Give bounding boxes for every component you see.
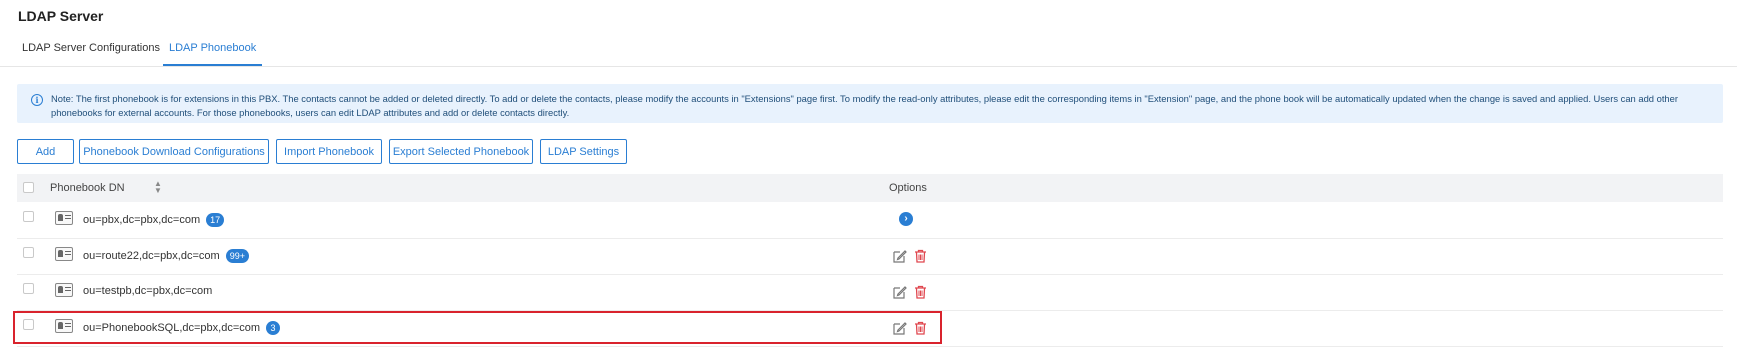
row-checkbox[interactable] [23, 319, 34, 330]
tab-ldap-server-configurations[interactable]: LDAP Server Configurations [22, 42, 160, 54]
enter-icon[interactable]: › [899, 212, 913, 226]
delete-icon[interactable] [914, 249, 927, 263]
phonebook-dn: ou=route22,dc=pbx,dc=com 99+ [83, 249, 249, 263]
phonebook-icon [55, 211, 73, 225]
table-row: ou=PhonebookSQL,dc=pbx,dc=com 3 [17, 311, 1723, 347]
phonebook-icon [55, 247, 73, 261]
phonebook-icon [55, 283, 73, 297]
ldap-settings-button[interactable]: LDAP Settings [540, 139, 627, 164]
table-row: ou=route22,dc=pbx,dc=com 99+ [17, 239, 1723, 275]
row-checkbox[interactable] [23, 283, 34, 294]
page-title: LDAP Server [18, 8, 104, 24]
phonebook-dn: ou=pbx,dc=pbx,dc=com 17 [83, 213, 225, 227]
add-button[interactable]: Add [17, 139, 74, 164]
import-phonebook-button[interactable]: Import Phonebook [276, 139, 382, 164]
table-row: ou=testpb,dc=pbx,dc=com [17, 275, 1723, 311]
sort-icon[interactable]: ▲ ▼ [154, 180, 162, 195]
edit-icon[interactable] [893, 285, 907, 299]
delete-icon[interactable] [914, 285, 927, 299]
contact-count-badge: 17 [206, 213, 225, 227]
select-all-checkbox[interactable] [23, 182, 34, 193]
contact-count-badge: 99+ [225, 249, 249, 263]
info-note: i Note: The first phonebook is for exten… [17, 84, 1723, 123]
edit-icon[interactable] [893, 249, 907, 263]
note-text: Note: The first phonebook is for extensi… [51, 93, 1678, 118]
phonebook-dn: ou=PhonebookSQL,dc=pbx,dc=com 3 [83, 321, 281, 335]
export-selected-phonebook-button[interactable]: Export Selected Phonebook [389, 139, 533, 164]
phonebook-icon [55, 319, 73, 333]
info-icon: i [31, 94, 43, 106]
column-header-phonebook-dn[interactable]: Phonebook DN [50, 182, 125, 194]
delete-icon[interactable] [914, 321, 927, 335]
column-header-options: Options [889, 182, 927, 194]
tab-bar: LDAP Server Configurations LDAP Phoneboo… [0, 36, 1737, 67]
table-row: ou=pbx,dc=pbx,dc=com 17 › [17, 203, 1723, 239]
tab-ldap-phonebook[interactable]: LDAP Phonebook [162, 42, 263, 66]
contact-count-badge: 3 [266, 321, 281, 335]
row-checkbox[interactable] [23, 247, 34, 258]
table-header: Phonebook DN ▲ ▼ Options [17, 174, 1723, 202]
row-checkbox[interactable] [23, 211, 34, 222]
phonebook-dn: ou=testpb,dc=pbx,dc=com [83, 285, 213, 297]
edit-icon[interactable] [893, 321, 907, 335]
phonebook-download-configurations-button[interactable]: Phonebook Download Configurations [79, 139, 269, 164]
